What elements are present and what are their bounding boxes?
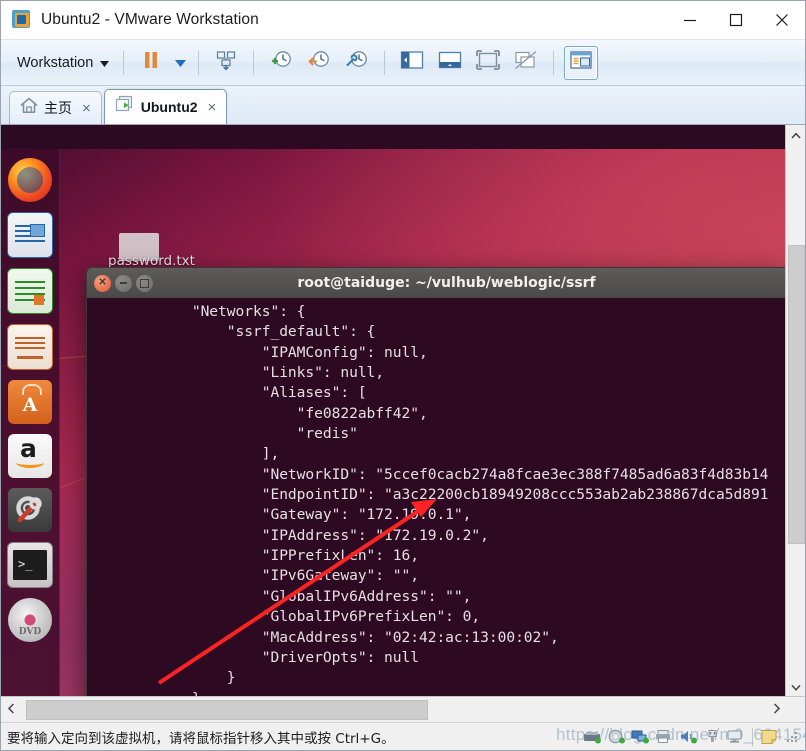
pause-dropdown-button[interactable] — [170, 47, 190, 79]
toolbar-separator — [123, 50, 125, 75]
sidebar-panel-icon — [400, 50, 424, 75]
status-separator — [752, 727, 753, 746]
fullscreen-icon — [476, 50, 501, 75]
console-view-icon — [570, 51, 592, 74]
terminal-close-icon[interactable]: ✕ — [94, 274, 111, 292]
tab-home-label: 主页 — [44, 100, 72, 116]
full-screen-button[interactable] — [471, 46, 505, 80]
launcher-item-system-settings[interactable] — [8, 488, 52, 532]
launcher-item-libreoffice-calc[interactable] — [7, 268, 53, 314]
toolbar-separator — [253, 50, 255, 75]
status-display-icon[interactable] — [724, 726, 748, 748]
terminal-output: "Networks": { "ssrf_default": { "IPAMCon… — [191, 303, 769, 696]
vm-running-icon — [115, 95, 135, 119]
scroll-up-button[interactable] — [786, 125, 805, 144]
status-cd-dvd-icon[interactable] — [604, 726, 628, 748]
guest-screen[interactable]: A a >_ DVD password.txt ✕ root@taiduge: … — [1, 125, 785, 696]
status-hard-disk-icon[interactable] — [580, 726, 604, 748]
tab-home-close-icon[interactable]: × — [80, 101, 93, 116]
launcher-item-ubuntu-software[interactable]: A — [8, 380, 52, 424]
launcher-item-amazon[interactable]: a — [8, 434, 52, 478]
home-icon — [20, 97, 38, 119]
toolbar-separator — [198, 50, 200, 75]
launcher-item-libreoffice-writer[interactable] — [7, 212, 53, 258]
pause-vm-button[interactable] — [134, 46, 168, 80]
take-snapshot-button[interactable] — [264, 46, 298, 80]
tab-ubuntu2-label: Ubuntu2 — [140, 99, 198, 115]
status-network-adapter-icon[interactable] — [628, 726, 652, 748]
launcher-item-firefox[interactable] — [8, 158, 52, 202]
terminal-window: ✕ root@taiduge: ~/vulhub/weblogic/ssrf "… — [86, 267, 785, 696]
unity-top-panel — [1, 125, 785, 149]
terminal-title-bar: ✕ root@taiduge: ~/vulhub/weblogic/ssrf — [86, 267, 785, 298]
unity-mode-icon — [514, 50, 538, 75]
thumbnail-bar-icon — [438, 50, 462, 75]
terminal-maximize-icon[interactable] — [136, 274, 153, 292]
revert-snapshot-button[interactable] — [302, 46, 336, 80]
vmware-workstation-window: Ubuntu2 - VMware Workstation Workstation — [0, 0, 806, 751]
console-view-button[interactable] — [564, 45, 599, 80]
launcher-item-libreoffice-impress[interactable] — [7, 324, 53, 370]
status-bar: 要将输入定向到该虚拟机，请将鼠标指针移入其中或按 Ctrl+G。 https:/… — [1, 722, 806, 750]
terminal-body[interactable]: "Networks": { "ssrf_default": { "IPAMCon… — [86, 298, 785, 696]
workstation-menu-label: Workstation — [17, 54, 94, 71]
status-notes-icon[interactable] — [757, 726, 781, 748]
chevron-right-icon — [773, 701, 781, 719]
chevron-left-icon — [7, 701, 15, 719]
pause-icon — [142, 50, 160, 75]
vertical-scroll-thumb[interactable] — [788, 245, 805, 544]
tab-ubuntu2[interactable]: Ubuntu2 × — [103, 89, 228, 124]
chevron-down-icon — [100, 55, 110, 71]
scroll-down-button[interactable] — [786, 677, 805, 696]
keyboard-send-icon — [215, 49, 237, 76]
minimize-button[interactable] — [667, 1, 713, 39]
main-toolbar: Workstation — [1, 40, 805, 86]
terminal-title: root@taiduge: ~/vulhub/weblogic/ssrf — [297, 275, 596, 291]
launcher-item-terminal[interactable]: >_ — [7, 542, 53, 588]
resize-grip[interactable] — [785, 730, 799, 744]
horizontal-scrollbar[interactable] — [1, 696, 805, 722]
launcher-item-dvd[interactable]: DVD — [8, 598, 52, 642]
close-button[interactable] — [759, 1, 805, 39]
vm-viewport-area: A a >_ DVD password.txt ✕ root@taiduge: … — [1, 125, 805, 696]
toolbar-separator — [553, 50, 555, 75]
unity-launcher: A a >_ DVD — [1, 149, 60, 696]
window-controls — [667, 1, 805, 39]
show-thumbnail-bar-button[interactable] — [433, 46, 467, 80]
toolbar-separator — [384, 50, 386, 75]
tab-home[interactable]: 主页 × — [9, 91, 102, 124]
vmware-logo-icon — [12, 10, 32, 30]
status-usb-icon[interactable] — [700, 726, 724, 748]
vertical-scrollbar[interactable] — [785, 125, 805, 696]
send-ctrl-alt-del-button[interactable] — [209, 46, 243, 80]
horizontal-scroll-thumb[interactable] — [26, 700, 428, 720]
scroll-right-button[interactable] — [767, 700, 786, 719]
status-message: 要将输入定向到该虚拟机，请将鼠标指针移入其中或按 Ctrl+G。 — [7, 730, 395, 747]
maximize-button[interactable] — [713, 1, 759, 39]
chevron-up-icon — [790, 126, 801, 144]
status-sound-card-icon[interactable] — [676, 726, 700, 748]
vm-tab-strip: 主页 × Ubuntu2 × — [1, 86, 805, 125]
title-bar: Ubuntu2 - VMware Workstation — [1, 1, 805, 40]
terminal-minimize-icon[interactable] — [115, 274, 132, 292]
manage-snapshots-button[interactable] — [340, 46, 374, 80]
workstation-menu-button[interactable]: Workstation — [11, 52, 115, 74]
chevron-down-icon — [790, 678, 801, 696]
chevron-down-icon — [174, 54, 186, 72]
snapshot-revert-icon — [307, 49, 331, 76]
snapshot-manage-icon — [345, 49, 369, 76]
window-title: Ubuntu2 - VMware Workstation — [41, 11, 259, 28]
scroll-left-button[interactable] — [1, 700, 20, 719]
show-library-button[interactable] — [395, 46, 429, 80]
tab-ubuntu2-close-icon[interactable]: × — [206, 100, 219, 115]
unity-mode-button[interactable] — [509, 46, 543, 80]
status-printer-icon[interactable] — [652, 726, 676, 748]
snapshot-add-icon — [269, 49, 293, 76]
status-device-icons — [580, 726, 805, 748]
